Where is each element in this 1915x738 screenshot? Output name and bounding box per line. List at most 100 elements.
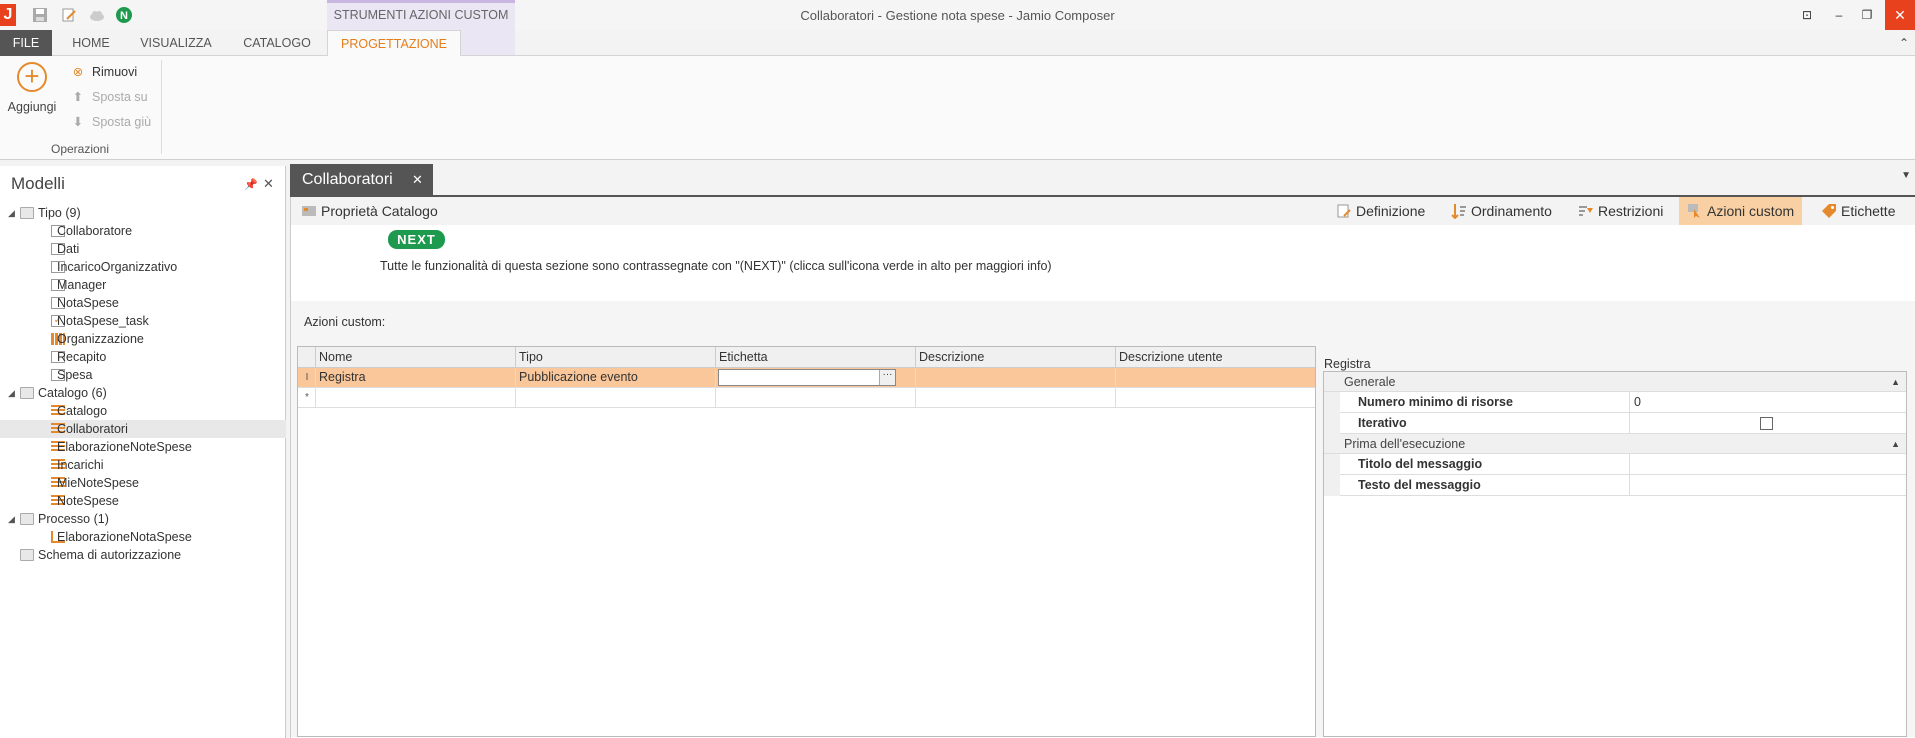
move-down-button[interactable]: ⬇ Sposta giù <box>70 112 151 132</box>
add-button[interactable]: + Aggiungi <box>4 62 60 126</box>
tree-item[interactable]: Organizzazione <box>0 330 286 348</box>
tree-item[interactable]: Schema di autorizzazione <box>0 546 286 564</box>
new-cell-tipo[interactable] <box>515 388 715 408</box>
tree-item[interactable]: Manager <box>0 276 286 294</box>
etichetta-editor[interactable]: ··· <box>718 369 896 386</box>
tree-item-label: Dati <box>57 242 80 256</box>
property-row: Numero minimo di risorse 0 <box>1324 392 1906 413</box>
grid-header: Nome Tipo Etichetta Descrizione Descrizi… <box>298 347 1315 368</box>
add-label: Aggiungi <box>7 100 57 114</box>
tree-item-label: Manager <box>57 278 107 292</box>
tree-item[interactable]: Collaboratori <box>0 420 286 438</box>
tree-item-label: Catalogo <box>57 404 108 418</box>
category-generale[interactable]: Generale ▲ <box>1324 372 1906 392</box>
tree-item[interactable]: Dati <box>0 240 286 258</box>
tree-item[interactable]: Incarichi <box>0 456 286 474</box>
new-row[interactable]: * <box>298 388 1315 408</box>
iterativo-checkbox[interactable] <box>1760 417 1773 430</box>
tree-item[interactable]: Collaboratore <box>0 222 286 240</box>
tree-item-label: Catalogo (6) <box>38 386 107 400</box>
property-value-input[interactable] <box>1630 475 1906 496</box>
cell-descrizione-utente[interactable] <box>1115 368 1315 388</box>
tree-item[interactable]: ElaborazioneNoteSpese <box>0 438 286 456</box>
tree-item[interactable]: ✓ NotaSpese_task <box>0 312 286 330</box>
tree-item-label: ElaborazioneNotaSpese <box>57 530 192 544</box>
next-info-text: Tutte le funzionalità di questa sezione … <box>380 259 1052 273</box>
catalog-properties-label: Proprietà Catalogo <box>321 203 438 219</box>
column-header-descrizione-utente[interactable]: Descrizione utente <box>1115 347 1315 368</box>
tree-item[interactable]: MieNoteSpese <box>0 474 286 492</box>
ordering-button[interactable]: Ordinamento <box>1451 197 1552 225</box>
tab-progettazione[interactable]: PROGETTAZIONE <box>327 30 461 57</box>
maximize-button[interactable]: ❐ <box>1855 4 1879 26</box>
definition-button[interactable]: Definizione <box>1336 197 1425 225</box>
pin-icon[interactable]: 📌 <box>244 178 258 191</box>
tab-collaboratori[interactable]: Collaboratori ✕ <box>290 164 433 197</box>
tree-item[interactable]: IncaricoOrganizzativo <box>0 258 286 276</box>
window-title: Collaboratori - Gestione nota spese - Ja… <box>800 8 1115 23</box>
restrictions-button[interactable]: Restrizioni <box>1578 197 1663 225</box>
new-cell-nome[interactable] <box>315 388 515 408</box>
group-separator <box>161 60 162 154</box>
close-panel-icon[interactable]: ✕ <box>263 176 274 192</box>
expand-icon[interactable]: ◢ <box>8 384 15 402</box>
minimize-button[interactable]: – <box>1827 4 1851 26</box>
tree-item[interactable]: Spesa <box>0 366 286 384</box>
new-row-indicator: * <box>305 392 309 403</box>
tab-list-dropdown-icon[interactable]: ▼ <box>1901 170 1911 181</box>
remove-button[interactable]: ⊗ Rimuovi <box>70 62 137 82</box>
tree-item[interactable]: ElaborazioneNotaSpese <box>0 528 286 546</box>
folder-icon <box>20 387 34 399</box>
document-body: Proprietà Catalogo Definizione Ordinamen… <box>290 197 1915 738</box>
tab-visualizza[interactable]: VISUALIZZA <box>140 30 212 56</box>
property-gutter <box>1324 392 1340 413</box>
next-badge[interactable]: NEXT <box>388 230 445 249</box>
tree-item[interactable]: Catalogo <box>0 402 286 420</box>
tree-item[interactable]: ◢ Tipo (9) <box>0 204 286 222</box>
custom-actions-button[interactable]: Azioni custom <box>1679 197 1803 225</box>
cell-tipo[interactable]: Pubblicazione evento <box>515 368 715 388</box>
collapse-icon[interactable]: ▲ <box>1891 434 1900 454</box>
expand-icon[interactable]: ◢ <box>8 204 15 222</box>
column-header-tipo[interactable]: Tipo <box>515 347 715 368</box>
close-window-button[interactable]: ✕ <box>1885 0 1915 30</box>
category-label: Prima dell'esecuzione <box>1344 437 1466 451</box>
restore-ribbon-button[interactable]: ⊡ <box>1795 4 1819 26</box>
properties-title: Registra <box>1324 357 1371 371</box>
category-prima-esecuzione[interactable]: Prima dell'esecuzione ▲ <box>1324 434 1906 454</box>
close-tab-icon[interactable]: ✕ <box>412 172 423 188</box>
catalog-properties-button[interactable]: Proprietà Catalogo <box>301 197 438 225</box>
tree-item[interactable]: NotaSpese <box>0 294 286 312</box>
property-value-input[interactable] <box>1630 454 1906 475</box>
move-up-button[interactable]: ⬆ Sposta su <box>70 87 148 107</box>
collapse-ribbon-icon[interactable]: ⌃ <box>1899 36 1909 50</box>
tree-item-label: Collaboratore <box>57 224 133 238</box>
labels-button[interactable]: Etichette <box>1821 197 1895 225</box>
collapse-icon[interactable]: ▲ <box>1891 372 1900 392</box>
tab-file[interactable]: FILE <box>0 30 52 56</box>
tree-item-label: Tipo (9) <box>38 206 81 220</box>
column-header-nome[interactable]: Nome <box>315 347 477 368</box>
column-header-etichetta[interactable]: Etichetta <box>715 347 915 368</box>
column-header-descrizione[interactable]: Descrizione <box>915 347 1115 368</box>
tab-home[interactable]: HOME <box>68 30 114 56</box>
next-info-area: NEXT Tutte le funzionalità di questa sez… <box>291 225 1915 301</box>
cell-descrizione[interactable] <box>915 368 1115 388</box>
cell-nome[interactable]: Registra <box>315 368 515 388</box>
table-row[interactable]: I Registra Pubblicazione evento ··· <box>298 368 1315 388</box>
new-cell-etichetta[interactable] <box>715 388 915 408</box>
new-cell-descrizione-utente[interactable] <box>1115 388 1315 408</box>
tree-item-label: NotaSpese_task <box>57 314 149 328</box>
expand-icon[interactable]: ◢ <box>8 510 15 528</box>
property-value-input[interactable]: 0 <box>1630 392 1906 413</box>
tree-item[interactable]: Recapito <box>0 348 286 366</box>
tree-item[interactable]: NoteSpese <box>0 492 286 510</box>
labels-label: Etichette <box>1841 203 1896 219</box>
new-cell-descrizione[interactable] <box>915 388 1115 408</box>
tree-item[interactable]: ◢ Processo (1) <box>0 510 286 528</box>
ellipsis-button[interactable]: ··· <box>879 370 895 385</box>
document-toolbar: Proprietà Catalogo Definizione Ordinamen… <box>291 197 1915 225</box>
tree-item[interactable]: ◢ Catalogo (6) <box>0 384 286 402</box>
tab-catalogo[interactable]: CATALOGO <box>238 30 316 56</box>
tree-item-label: Processo (1) <box>38 512 109 526</box>
